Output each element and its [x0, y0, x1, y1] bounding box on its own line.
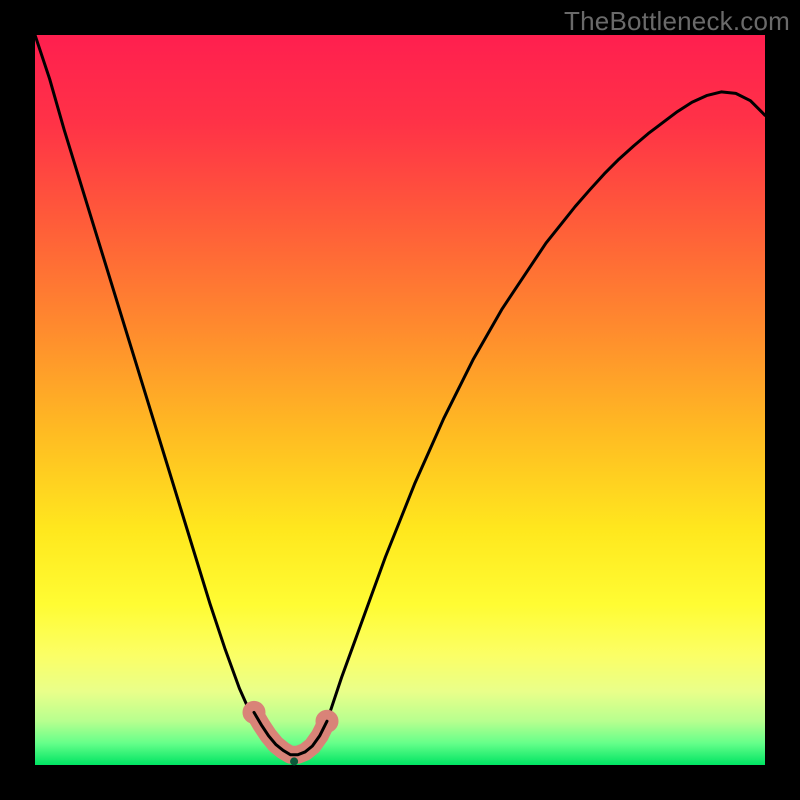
- plot-area: [35, 35, 765, 765]
- chart-frame: TheBottleneck.com: [0, 0, 800, 800]
- curve-layer: [35, 35, 765, 765]
- watermark-text: TheBottleneck.com: [564, 6, 790, 37]
- minimum-point-marker: [290, 757, 298, 765]
- bottleneck-curve: [35, 35, 765, 761]
